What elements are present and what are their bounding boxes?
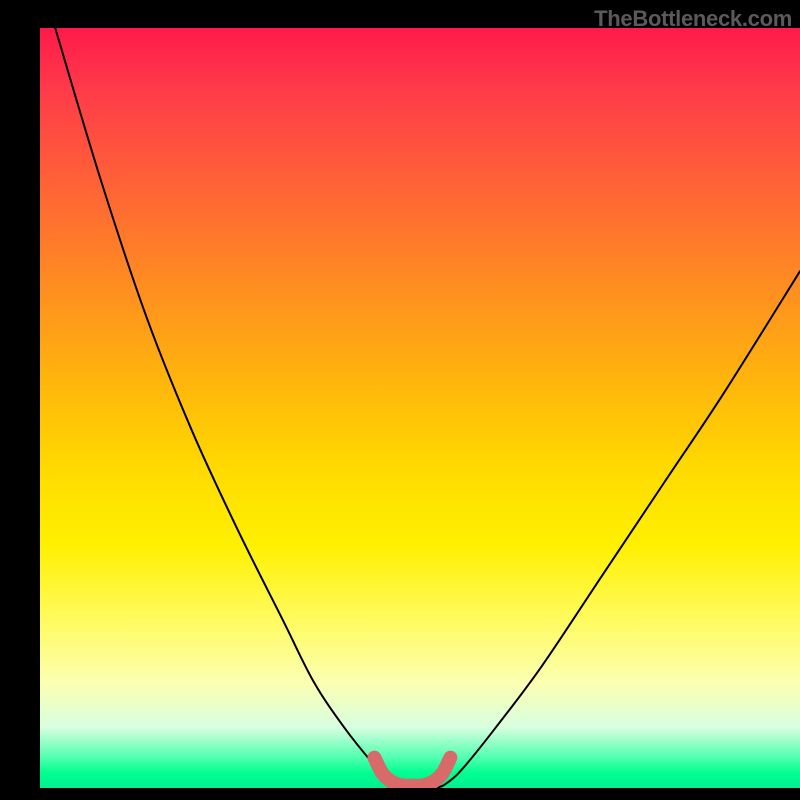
bottleneck-chart: TheBottleneck.com: [0, 0, 800, 800]
plot-area: TheBottleneck.com: [40, 0, 800, 800]
curve-layer: [40, 28, 800, 788]
optimal-marker-path: [374, 758, 450, 786]
bottleneck-curve-path: [55, 28, 800, 788]
